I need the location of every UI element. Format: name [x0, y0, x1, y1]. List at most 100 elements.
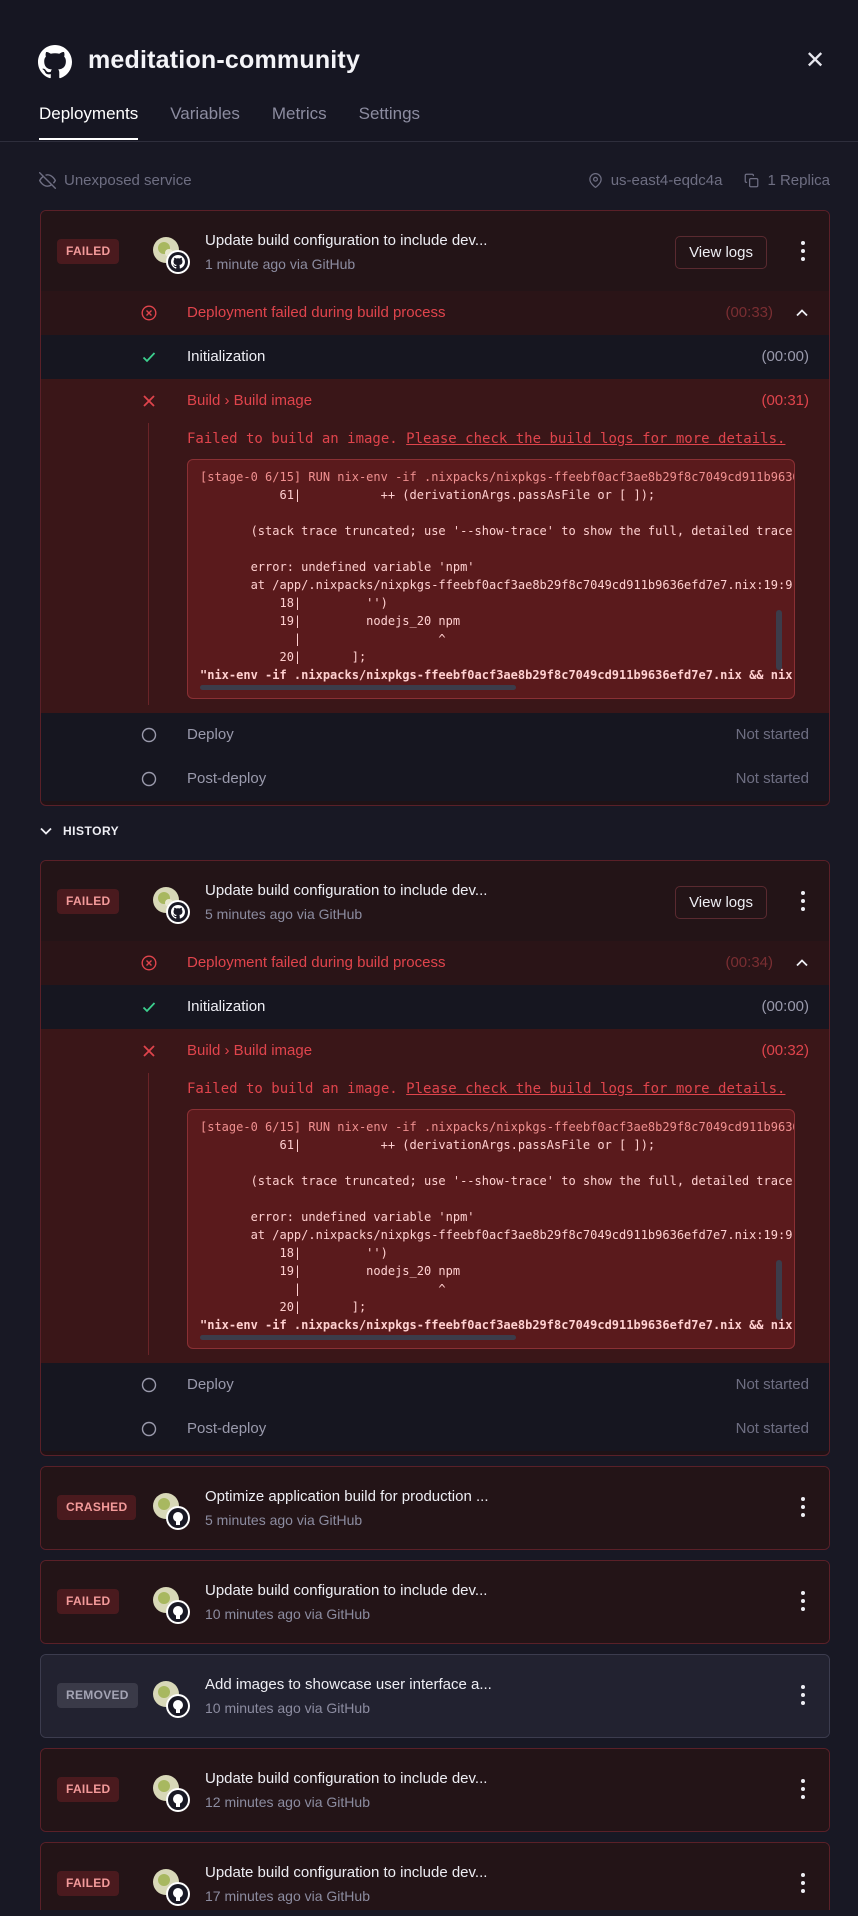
status-badge: FAILED [57, 1777, 120, 1802]
commit-message[interactable]: Optimize application build for productio… [205, 1488, 488, 1505]
history-item[interactable]: FAILED Update build configuration to inc… [40, 1842, 830, 1916]
deployment-meta: 12 minutes ago via GitHub [205, 1794, 370, 1810]
step-connector [148, 1073, 149, 1355]
step-time: (00:31) [761, 392, 809, 409]
build-logs-link[interactable]: Please check the build logs for more det… [406, 431, 785, 447]
region-info: us-east4-eqdc4a [588, 172, 722, 189]
history-label: HISTORY [63, 824, 120, 838]
service-title: meditation-community [88, 46, 361, 74]
deployment-meta: 1 minute ago via GitHub [205, 256, 356, 272]
log-line: (stack trace truncated; use '--show-trac… [200, 1174, 795, 1188]
chevron-up-icon[interactable] [795, 306, 809, 320]
deployment-meta: 10 minutes ago via GitHub [205, 1700, 370, 1716]
step-label: Initialization [187, 348, 266, 365]
more-options-icon[interactable] [799, 1779, 807, 1801]
tab-metrics[interactable]: Metrics [272, 104, 327, 140]
failure-title: Deployment failed during build process [187, 954, 446, 971]
more-options-icon[interactable] [799, 1873, 807, 1895]
more-options-icon[interactable] [799, 891, 807, 913]
log-line: 20| ]; [200, 1300, 367, 1314]
failure-summary-row[interactable]: Deployment failed during build process (… [41, 291, 829, 335]
view-logs-button[interactable]: View logs [675, 886, 767, 919]
build-logs-link[interactable]: Please check the build logs for more det… [406, 1081, 785, 1097]
status-badge: FAILED [57, 239, 120, 264]
build-error-text: Failed to build an image. [187, 431, 398, 447]
deployment-header[interactable]: FAILED Update build configuration to inc… [41, 211, 829, 291]
exposure-status: Unexposed service [39, 172, 192, 189]
history-deployment-card: FAILED Update build configuration to inc… [40, 860, 830, 1456]
github-avatar-icon [153, 1587, 190, 1624]
more-options-icon[interactable] [799, 1591, 807, 1613]
log-vertical-scrollbar[interactable] [776, 1260, 782, 1320]
circle-pending-icon [141, 727, 157, 743]
modal-header: meditation-community ✕ Deployments Varia… [0, 0, 858, 142]
more-options-icon[interactable] [799, 1497, 807, 1519]
commit-message[interactable]: Update build configuration to include de… [205, 882, 487, 899]
step-deploy: Deploy Not started [41, 1363, 829, 1407]
commit-message[interactable]: Update build configuration to include de… [205, 1864, 487, 1881]
step-connector [148, 423, 149, 705]
close-icon[interactable]: ✕ [802, 48, 828, 74]
chevron-up-icon[interactable] [795, 956, 809, 970]
step-initialization: Initialization (00:00) [41, 985, 829, 1029]
step-status: Not started [735, 1420, 809, 1437]
log-horizontal-scrollbar[interactable] [200, 685, 516, 690]
log-line: 19| nodejs_20 npm [200, 614, 461, 628]
github-logo-icon [38, 45, 72, 79]
map-pin-icon [588, 173, 602, 189]
status-badge: FAILED [57, 889, 120, 914]
deployment-meta: 17 minutes ago via GitHub [205, 1888, 370, 1904]
commit-message[interactable]: Add images to showcase user interface a.… [205, 1676, 492, 1693]
log-horizontal-scrollbar[interactable] [200, 1335, 516, 1340]
github-avatar-icon [153, 1869, 190, 1906]
commit-message[interactable]: Update build configuration to include de… [205, 232, 487, 249]
step-time: (00:32) [761, 1042, 809, 1059]
step-post-deploy: Post-deploy Not started [41, 1407, 829, 1451]
github-avatar-icon [153, 1681, 190, 1718]
failure-time: (00:34) [725, 954, 773, 971]
more-options-icon[interactable] [799, 1685, 807, 1707]
history-toggle[interactable]: HISTORY [39, 824, 119, 838]
log-line: | ^ [200, 632, 446, 646]
error-circle-icon [141, 305, 157, 321]
tab-variables[interactable]: Variables [170, 104, 240, 140]
log-line: "nix-env -if .nixpacks/nixpkgs-ffeebf0ac… [200, 668, 794, 682]
history-item[interactable]: FAILED Update build configuration to inc… [40, 1748, 830, 1832]
failure-summary-row[interactable]: Deployment failed during build process (… [41, 941, 829, 985]
failure-time: (00:33) [725, 304, 773, 321]
tab-bar: Deployments Variables Metrics Settings [39, 104, 420, 140]
exposure-label: Unexposed service [64, 172, 192, 189]
history-item[interactable]: FAILED Update build configuration to inc… [40, 1560, 830, 1644]
view-logs-button[interactable]: View logs [675, 236, 767, 269]
build-log-panel[interactable]: [stage-0 6/15] RUN nix-env -if .nixpacks… [187, 1109, 795, 1349]
tab-deployments[interactable]: Deployments [39, 104, 139, 140]
github-avatar-icon [153, 1493, 190, 1530]
service-info-row: Unexposed service us-east4-eqdc4a 1 Repl… [39, 172, 830, 194]
more-options-icon[interactable] [799, 241, 807, 263]
commit-message[interactable]: Update build configuration to include de… [205, 1770, 487, 1787]
check-icon [142, 1002, 156, 1013]
log-line: 19| nodejs_20 npm [200, 1264, 461, 1278]
bottom-edge [0, 1910, 858, 1916]
history-item[interactable]: CRASHED Optimize application build for p… [40, 1466, 830, 1550]
status-badge: FAILED [57, 1589, 120, 1614]
build-error-message: Failed to build an image. Please check t… [187, 431, 785, 447]
history-item[interactable]: REMOVED Add images to showcase user inte… [40, 1654, 830, 1738]
deployment-header[interactable]: FAILED Update build configuration to inc… [41, 861, 829, 941]
step-label: Initialization [187, 998, 266, 1015]
log-line: 20| ]; [200, 650, 367, 664]
x-icon [143, 395, 155, 407]
log-vertical-scrollbar[interactable] [776, 610, 782, 670]
step-status: Not started [735, 770, 809, 787]
build-log-panel[interactable]: [stage-0 6/15] RUN nix-env -if .nixpacks… [187, 459, 795, 699]
github-avatar-icon [153, 887, 190, 924]
circle-pending-icon [141, 771, 157, 787]
log-line: | ^ [200, 1282, 446, 1296]
status-badge: REMOVED [57, 1683, 138, 1708]
error-circle-icon [141, 955, 157, 971]
log-line: "nix-env -if .nixpacks/nixpkgs-ffeebf0ac… [200, 1318, 794, 1332]
log-line: at /app/.nixpacks/nixpkgs-ffeebf0acf3ae8… [200, 1228, 795, 1242]
commit-message[interactable]: Update build configuration to include de… [205, 1582, 487, 1599]
chevron-down-icon [40, 827, 52, 835]
tab-settings[interactable]: Settings [359, 104, 420, 140]
